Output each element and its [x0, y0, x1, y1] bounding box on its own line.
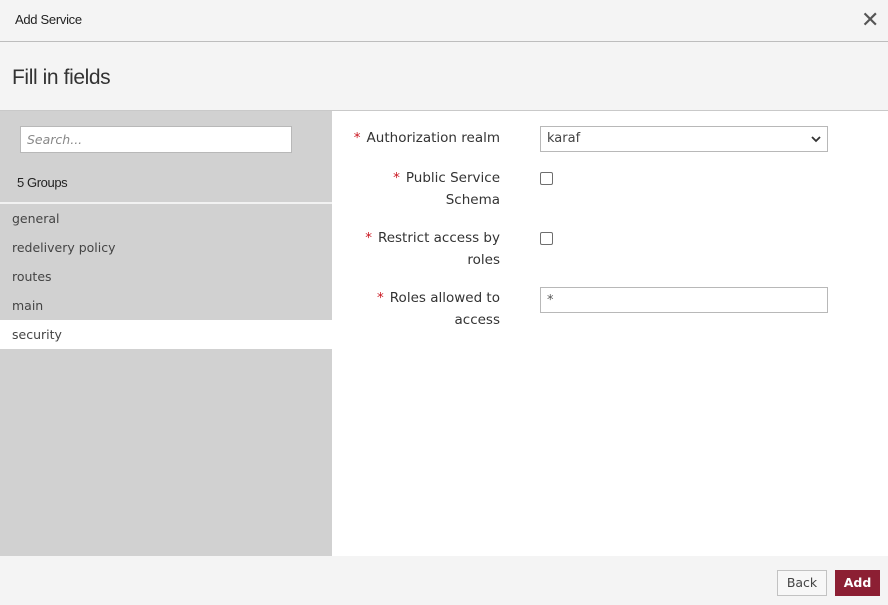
label-text: Roles allowed to: [389, 290, 500, 306]
label-text: Public Service: [405, 170, 500, 186]
field-label: * Public Service Schema: [340, 167, 500, 211]
field-label: * Roles allowed to access: [340, 287, 500, 331]
back-button[interactable]: Back: [777, 570, 827, 596]
restrict-access-checkbox[interactable]: [540, 232, 553, 245]
select-value: karaf: [547, 131, 581, 146]
form-panel: * Authorization realm karaf * Public Servi…: [332, 111, 888, 556]
dialog-footer: Back Add: [0, 556, 888, 605]
label-text: Schema: [445, 192, 500, 208]
page-title: Fill in fields: [12, 66, 111, 89]
dialog-body: 5 Groups general redelivery policy route…: [0, 110, 888, 556]
required-marker: *: [393, 170, 400, 186]
add-service-dialog: Add Service ✕ Fill in fields 5 Groups ge…: [0, 0, 888, 605]
label-text: Authorization realm: [366, 130, 500, 146]
group-item-security[interactable]: security: [0, 320, 332, 349]
group-item-routes[interactable]: routes: [0, 262, 332, 291]
label-text: roles: [467, 252, 500, 268]
required-marker: *: [377, 290, 384, 306]
groups-count: 5 Groups: [17, 175, 68, 190]
public-service-schema-checkbox[interactable]: [540, 172, 553, 185]
field-label: * Authorization realm: [340, 127, 500, 149]
dialog-titlebar: Add Service ✕: [0, 0, 888, 42]
required-marker: *: [365, 230, 372, 246]
chevron-down-icon: [811, 136, 821, 143]
authorization-realm-select[interactable]: karaf: [540, 126, 828, 152]
roles-allowed-input[interactable]: [540, 287, 828, 313]
dialog-title: Add Service: [15, 12, 82, 27]
group-list: general redelivery policy routes main se…: [0, 204, 332, 349]
search-input[interactable]: [20, 126, 292, 153]
label-text: Restrict access by: [377, 230, 500, 246]
group-item-redelivery-policy[interactable]: redelivery policy: [0, 233, 332, 262]
add-button[interactable]: Add: [835, 570, 880, 596]
required-marker: *: [353, 130, 361, 146]
label-text: access: [454, 312, 501, 328]
group-item-main[interactable]: main: [0, 291, 332, 320]
groups-sidebar: 5 Groups general redelivery policy route…: [0, 111, 332, 556]
field-label: * Restrict access by roles: [340, 227, 500, 271]
close-icon[interactable]: ✕: [861, 9, 879, 31]
group-item-general[interactable]: general: [0, 204, 332, 233]
